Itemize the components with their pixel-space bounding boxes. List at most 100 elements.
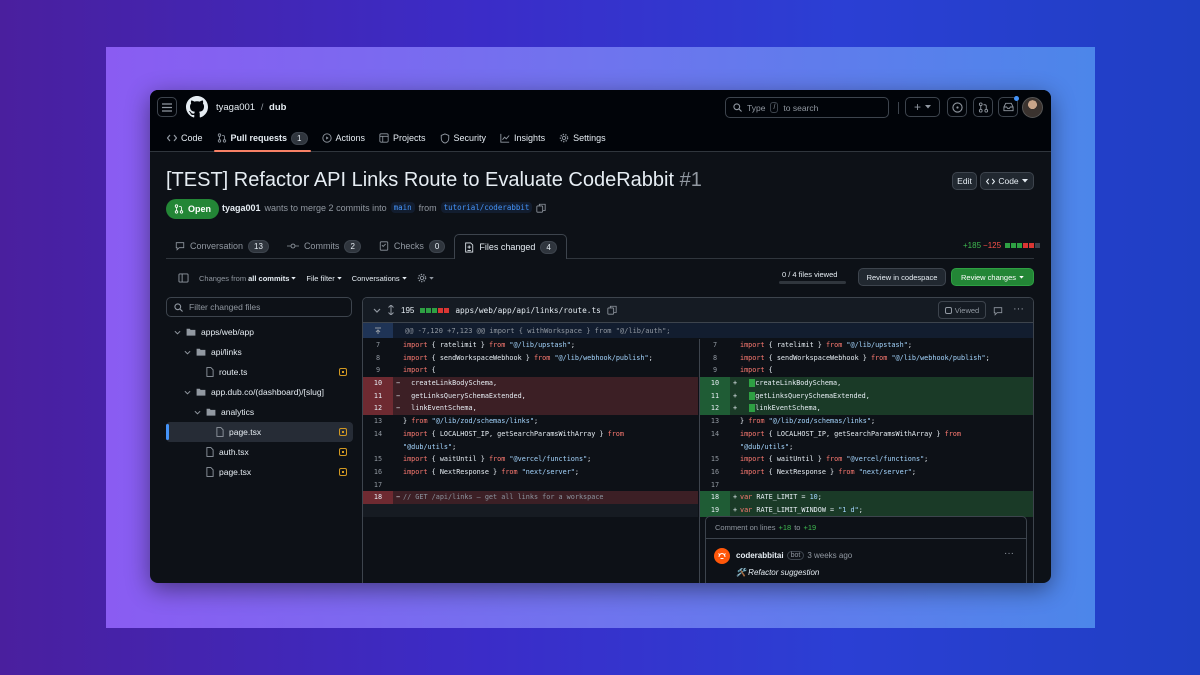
tree-folder[interactable]: app.dub.co/(dashboard)/[slug] [166,382,353,402]
head-branch[interactable]: tutorial/coderabbit [440,202,533,213]
coderabbit-avatar[interactable] [714,548,730,564]
pull-requests-button[interactable] [973,97,993,117]
comment-author[interactable]: coderabbitai [736,551,784,560]
diff-line[interactable]: 13} from "@/lib/zod/schemas/links"; [363,415,698,428]
tab-code[interactable]: Code [160,128,210,148]
diff-line-deleted[interactable]: 18−// GET /api/links – get all links for… [363,491,698,504]
folder-icon [186,328,196,336]
diff-line[interactable]: 14 import { LOCALHOST_IP, getSearchParams… [700,428,1033,441]
tree-folder[interactable]: apps/web/app [166,322,353,342]
edit-title-button[interactable]: Edit [952,172,977,190]
tab-conversation[interactable]: Conversation 13 [166,234,278,258]
chevron-down-icon[interactable] [184,390,191,395]
diff-line[interactable]: 9 import { [363,364,698,377]
copy-icon[interactable] [536,203,547,213]
copy-icon[interactable] [607,305,617,315]
diff-settings-dropdown[interactable] [417,273,434,283]
user-avatar[interactable] [1022,97,1043,118]
github-logo-icon[interactable] [186,96,208,118]
review-in-codespace-button[interactable]: Review in codespace [858,268,946,286]
diff-line[interactable]: 16 import { NextResponse } from "next/ser… [363,466,698,479]
chevron-down-icon[interactable] [194,410,201,415]
sidebar-toggle-icon[interactable] [178,273,189,283]
files-viewed-count: 0 / 4 files viewed [782,270,838,279]
tab-checks[interactable]: Checks 0 [370,234,454,258]
diff-line[interactable]: "@dub/utils"; [363,441,698,454]
diff-line[interactable]: 17 [700,479,1033,492]
comment-time[interactable]: 3 weeks ago [807,551,852,560]
diff-line[interactable]: 13} from "@/lib/zod/schemas/links"; [700,415,1033,428]
tree-file[interactable]: page.tsx [166,422,353,442]
chevron-down-icon[interactable] [373,308,381,313]
diff-line-deleted[interactable]: 11− getLinksQuerySchemaExtended, [363,389,698,403]
expand-up-icon[interactable] [363,323,393,338]
tree-file[interactable]: auth.tsx [166,442,353,462]
diffstat-block [1011,243,1017,248]
conversation-count: 13 [248,239,269,253]
pr-author-link[interactable]: tyaga001 [222,203,261,213]
diff-line[interactable]: 7 import { ratelimit } from "@/lib/upstas… [700,339,1033,352]
conversations-dropdown[interactable]: Conversations [352,274,407,283]
repo-owner-link[interactable]: tyaga001 [216,102,255,113]
tab-security[interactable]: Security [433,128,494,148]
git-pull-request-icon [174,204,184,214]
file-filter-dropdown[interactable]: File filter [306,274,342,283]
diff-line[interactable]: "@dub/utils"; [700,441,1033,454]
tab-insights[interactable]: Insights [493,128,552,148]
diff-line[interactable]: 8 import { sendWorkspaceWebhook } from "@… [700,352,1033,365]
menu-button[interactable] [157,97,177,117]
diff-line-deleted[interactable]: 12− linkEventSchema, [363,402,698,416]
viewed-checkbox[interactable]: Viewed [938,301,986,319]
file-modified-icon [339,448,347,456]
repo-name-link[interactable]: dub [269,102,286,113]
diff-line[interactable]: 9 import { [700,364,1033,377]
comment-icon [175,241,185,251]
diff-line[interactable]: 8 import { sendWorkspaceWebhook } from "@… [363,352,698,365]
diff-line[interactable]: 15 import { waitUntil } from "@vercel/fun… [363,453,698,466]
diff-line-added[interactable]: 12 + linkEventSchema, [700,402,1033,416]
unfold-icon[interactable] [387,305,395,315]
tree-item-label: route.ts [219,367,248,377]
search-input[interactable]: Type / to search [725,97,889,118]
pr-tabs: Conversation 13 Commits 2 Checks 0 Files… [166,234,567,259]
search-icon [174,302,183,312]
tab-actions[interactable]: Actions [315,128,373,148]
tab-commits[interactable]: Commits 2 [278,234,370,258]
issues-button[interactable] [947,97,967,117]
diff-line-added[interactable]: 18 + var RATE_LIMIT = 10; [700,491,1033,504]
diff-line-added[interactable]: 19 + var RATE_LIMIT_WINDOW = "1 d"; [700,503,1033,517]
diff-line[interactable]: 17 [363,479,698,492]
filter-files-placeholder: Filter changed files [189,302,261,312]
diff-line-added[interactable]: 11 + getLinksQuerySchemaExtended, [700,389,1033,403]
kebab-menu-icon[interactable]: ··· [1013,303,1024,315]
gear-icon [417,273,427,283]
filter-files-input[interactable]: Filter changed files [166,297,352,317]
tree-folder[interactable]: analytics [166,402,353,422]
tab-pull-requests[interactable]: Pull requests 1 [210,128,315,152]
inbox-button[interactable] [998,96,1019,117]
code-dropdown-button[interactable]: Code [980,172,1034,190]
viewed-label: Viewed [954,305,980,315]
chevron-down-icon[interactable] [184,350,191,355]
diff-line-deleted[interactable]: 10− createLinkBodySchema, [363,377,698,390]
tree-file[interactable]: route.ts [166,362,353,382]
tree-file[interactable]: page.tsx [166,462,353,482]
diff-line[interactable]: 7 import { ratelimit } from "@/lib/upstas… [363,339,698,352]
file-modified-icon [339,368,347,376]
review-changes-button[interactable]: Review changes [951,268,1034,286]
diff-line[interactable]: 14 import { LOCALHOST_IP, getSearchParams… [363,428,698,441]
tab-files-changed[interactable]: Files changed 4 [454,234,567,259]
tab-settings[interactable]: Settings [552,128,613,148]
changes-from-dropdown[interactable]: Changes from all commits [199,274,297,283]
comment-icon[interactable] [993,306,1003,316]
conversations-label: Conversations [351,273,400,283]
diff-line[interactable]: 15 import { waitUntil } from "@vercel/fun… [700,453,1033,466]
diff-line-added[interactable]: 10 + createLinkBodySchema, [700,377,1033,390]
tab-projects[interactable]: Projects [372,128,433,148]
tree-folder[interactable]: api/links [166,342,353,362]
diff-line[interactable]: 16 import { NextResponse } from "next/ser… [700,466,1033,479]
create-new-button[interactable]: + [905,97,940,117]
base-branch[interactable]: main [390,202,415,213]
chevron-down-icon[interactable] [174,330,181,335]
comment-menu-icon[interactable]: ··· [1004,548,1014,559]
